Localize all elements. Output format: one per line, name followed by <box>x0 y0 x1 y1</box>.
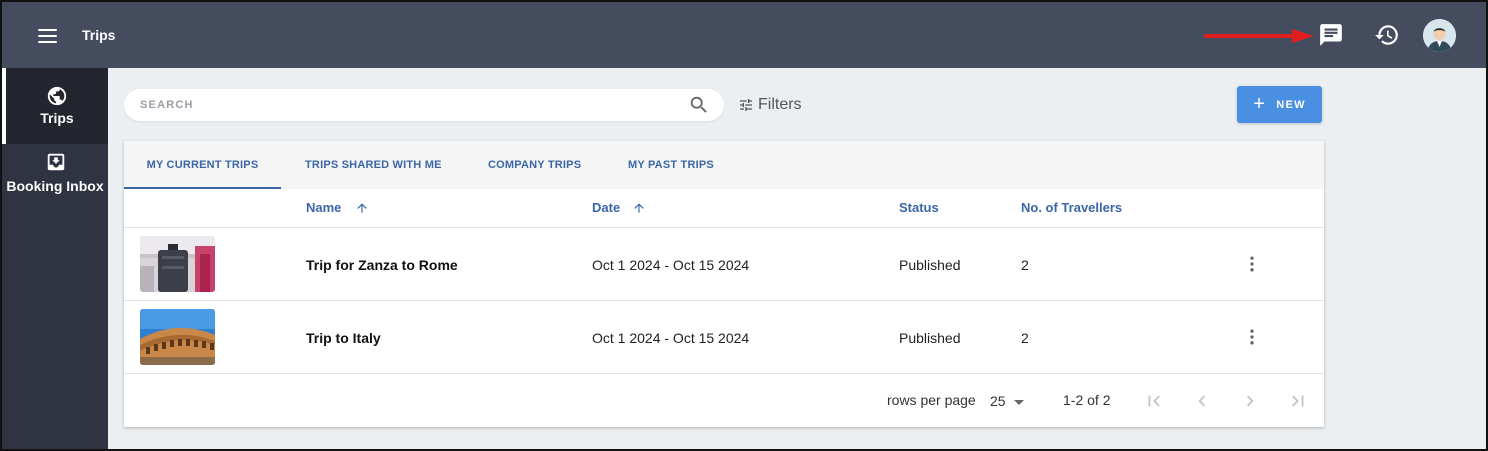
sidebar: Trips Booking Inbox <box>2 68 108 449</box>
rows-per-page-label: rows per page <box>887 392 976 408</box>
trip-date: Oct 1 2024 - Oct 15 2024 <box>592 330 750 346</box>
trip-status: Published <box>899 330 961 346</box>
first-page-icon[interactable] <box>1143 390 1165 412</box>
sidebar-item-trips[interactable]: Trips <box>2 68 108 144</box>
app-window: Trips Trips Booking Inbox SEARCH Filters… <box>0 0 1488 451</box>
trip-travellers: 2 <box>1021 257 1029 273</box>
divider <box>124 227 1324 228</box>
search-icon[interactable] <box>688 94 710 116</box>
inbox-icon <box>47 153 65 171</box>
history-icon[interactable] <box>1374 22 1400 48</box>
column-header-name[interactable]: Name <box>306 200 341 215</box>
new-button-label: NEW <box>1276 98 1306 111</box>
tab-my-current-trips[interactable]: MY CURRENT TRIPS <box>124 141 281 189</box>
colosseum-photo <box>140 309 215 365</box>
trip-status: Published <box>899 257 961 273</box>
tab-bar: MY CURRENT TRIPS TRIPS SHARED WITH ME CO… <box>124 141 1324 189</box>
chevron-left-icon[interactable] <box>1191 390 1213 412</box>
trip-name[interactable]: Trip for Zanza to Rome <box>306 257 458 273</box>
filters-label: Filters <box>758 96 802 113</box>
column-header-status[interactable]: Status <box>899 200 939 215</box>
top-app-bar: Trips <box>2 2 1486 68</box>
trips-card: MY CURRENT TRIPS TRIPS SHARED WITH ME CO… <box>124 141 1324 427</box>
search-input[interactable] <box>140 96 680 114</box>
page-title: Trips <box>82 27 116 43</box>
divider <box>124 373 1324 374</box>
rows-per-page-select[interactable]: 25 <box>990 391 1024 411</box>
new-trip-button[interactable]: + NEW <box>1237 86 1322 123</box>
trip-date: Oct 1 2024 - Oct 15 2024 <box>592 257 750 273</box>
trip-travellers: 2 <box>1021 330 1029 346</box>
trip-name[interactable]: Trip to Italy <box>306 330 381 346</box>
chevron-right-icon[interactable] <box>1239 390 1261 412</box>
chat-icon[interactable] <box>1318 22 1344 48</box>
annotation-arrow-icon <box>1204 29 1314 43</box>
luggage-photo <box>140 236 215 292</box>
tab-company-trips[interactable]: COMPANY TRIPS <box>488 141 581 189</box>
column-header-date[interactable]: Date <box>592 200 620 215</box>
plus-icon: + <box>1253 92 1267 115</box>
sidebar-item-label: Booking Inbox <box>6 178 104 194</box>
menu-icon[interactable] <box>36 24 60 48</box>
sidebar-item-label: Trips <box>40 110 74 126</box>
sidebar-item-booking-inbox[interactable]: Booking Inbox <box>2 148 108 220</box>
more-vert-icon[interactable] <box>1242 327 1262 347</box>
rows-per-page-value: 25 <box>990 393 1006 409</box>
sort-ascending-icon[interactable] <box>355 201 369 215</box>
tune-icon <box>740 99 752 111</box>
column-header-travellers[interactable]: No. of Travellers <box>1021 200 1122 215</box>
last-page-icon[interactable] <box>1287 390 1309 412</box>
more-vert-icon[interactable] <box>1242 254 1262 274</box>
globe-icon <box>47 86 67 106</box>
sort-ascending-icon[interactable] <box>632 201 646 215</box>
search-box <box>124 89 724 121</box>
tab-my-past-trips[interactable]: MY PAST TRIPS <box>628 141 714 189</box>
pagination-range: 1-2 of 2 <box>1063 392 1111 408</box>
chevron-down-icon <box>1013 399 1024 405</box>
tab-trips-shared-with-me[interactable]: TRIPS SHARED WITH ME <box>305 141 442 189</box>
divider <box>124 300 1324 301</box>
filters-button[interactable]: Filters <box>738 95 802 115</box>
avatar-icon[interactable] <box>1423 19 1456 52</box>
